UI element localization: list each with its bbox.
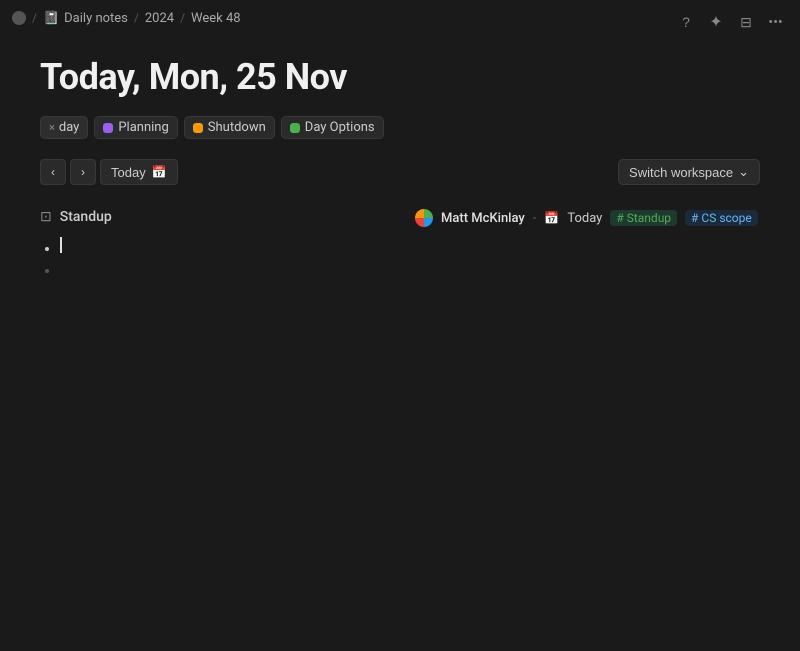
- standup-entry: Matt McKinlay - 📅 Today # Standup # CS s…: [415, 209, 760, 227]
- top-icon-bar: ? ✦ ⊟ •••: [672, 8, 790, 36]
- tag-row: × day Planning Shutdown Day Options: [40, 116, 760, 139]
- chevron-down-icon: ⌄: [738, 164, 749, 180]
- breadcrumb-sep2: /: [134, 11, 139, 25]
- question-icon: ?: [682, 14, 690, 30]
- text-cursor: [60, 237, 62, 253]
- standup-icon: ⊡: [40, 209, 52, 225]
- main-content: Today, Mon, 25 Nov × day Planning Shutdo…: [0, 36, 800, 309]
- planning-tag[interactable]: Planning: [94, 116, 177, 139]
- toolbar-left: ‹ › Today 📅: [40, 159, 178, 185]
- shutdown-dot: [193, 123, 203, 133]
- shutdown-tag[interactable]: Shutdown: [184, 116, 275, 139]
- sparkle-button[interactable]: ✦: [702, 8, 730, 36]
- user-avatar: [415, 209, 433, 227]
- today-button[interactable]: Today 📅: [100, 159, 178, 185]
- breadcrumb-sep1: /: [32, 11, 37, 25]
- breadcrumb-daily-notes[interactable]: 📓 Daily notes: [43, 11, 128, 26]
- list-item-empty: [60, 263, 385, 283]
- breadcrumb-2024[interactable]: 2024: [145, 11, 174, 26]
- more-icon: •••: [769, 16, 784, 28]
- chevron-right-icon: ›: [81, 165, 85, 179]
- switch-workspace-button[interactable]: Switch workspace ⌄: [618, 159, 760, 185]
- toolbar-right: Switch workspace ⌄: [618, 159, 760, 185]
- cursor-line[interactable]: [60, 237, 385, 253]
- breadcrumb-week48[interactable]: Week 48: [191, 11, 241, 26]
- calendar-icon: 📅: [544, 211, 559, 225]
- standup-title: Standup: [60, 209, 112, 225]
- prev-button[interactable]: ‹: [40, 159, 66, 185]
- day-options-tag[interactable]: Day Options: [281, 116, 384, 139]
- right-panel: Matt McKinlay - 📅 Today # Standup # CS s…: [415, 209, 760, 227]
- date-badge: Today: [567, 211, 602, 226]
- standup-tag-badge[interactable]: # Standup: [610, 210, 677, 226]
- sliders-button[interactable]: ⊟: [732, 8, 760, 36]
- user-name: Matt McKinlay: [441, 211, 525, 226]
- panels: ⊡ Standup Matt McKinlay - 📅 Today: [40, 209, 760, 289]
- standup-header: ⊡ Standup: [40, 209, 385, 225]
- home-dot-icon[interactable]: [12, 11, 26, 25]
- list-item: [60, 237, 385, 257]
- help-button[interactable]: ?: [672, 8, 700, 36]
- toolbar-row: ‹ › Today 📅 Switch workspace ⌄: [40, 159, 760, 185]
- sliders-icon: ⊟: [740, 14, 752, 31]
- left-panel: ⊡ Standup: [40, 209, 385, 289]
- sparkle-icon: ✦: [709, 12, 722, 32]
- cs-scope-tag-badge[interactable]: # CS scope: [685, 210, 758, 226]
- planning-dot: [103, 123, 113, 133]
- day-tag-close[interactable]: × day: [40, 116, 88, 139]
- next-button[interactable]: ›: [70, 159, 96, 185]
- page-title: Today, Mon, 25 Nov: [40, 56, 760, 98]
- calendar-icon: 📅: [152, 165, 167, 179]
- day-options-dot: [290, 123, 300, 133]
- standup-list: [40, 237, 385, 283]
- close-icon: ×: [49, 121, 55, 134]
- breadcrumb-sep3: /: [180, 11, 185, 25]
- chevron-left-icon: ‹: [51, 165, 55, 179]
- separator: -: [533, 211, 537, 226]
- breadcrumb-bar: / 📓 Daily notes / 2024 / Week 48 ? ✦ ⊟ •…: [0, 0, 800, 36]
- notebook-icon: 📓: [43, 11, 59, 26]
- more-button[interactable]: •••: [762, 8, 790, 36]
